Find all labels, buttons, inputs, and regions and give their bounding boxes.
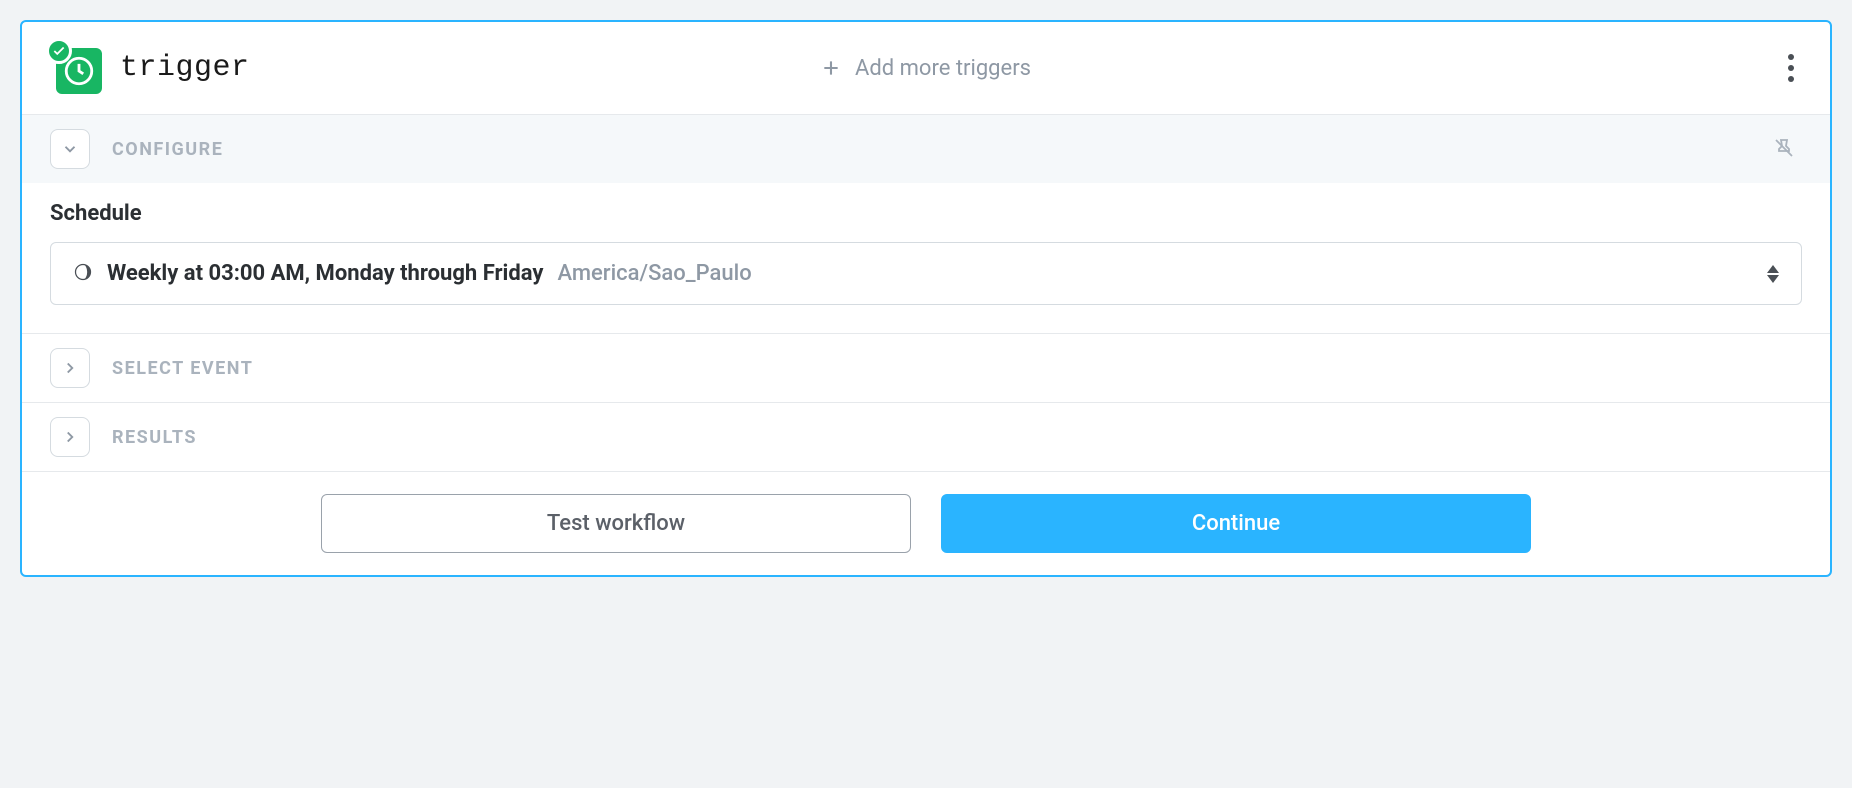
add-more-label: Add more triggers <box>855 56 1031 81</box>
trigger-step-card: trigger Add more triggers Configure Sche… <box>20 20 1832 577</box>
schedule-select[interactable]: Weekly at 03:00 AM, Monday through Frida… <box>50 242 1802 305</box>
configure-label: Configure <box>112 139 223 160</box>
plus-icon <box>821 58 841 78</box>
moon-icon <box>73 262 93 286</box>
select-arrows-icon <box>1767 265 1779 283</box>
chevron-right-icon <box>61 428 79 446</box>
schedule-value: Weekly at 03:00 AM, Monday through Frida… <box>107 261 543 286</box>
schedule-field-label: Schedule <box>50 201 1802 226</box>
card-header: trigger Add more triggers <box>22 22 1830 114</box>
results-toggle[interactable] <box>50 417 90 457</box>
select-event-label: Select Event <box>112 358 253 379</box>
add-more-triggers-button[interactable]: Add more triggers <box>821 56 1031 81</box>
configure-body: Schedule Weekly at 03:00 AM, Monday thro… <box>22 183 1830 333</box>
pin-off-icon <box>1772 136 1796 160</box>
trigger-icon <box>50 42 102 94</box>
more-options-button[interactable] <box>1780 46 1802 90</box>
test-workflow-button[interactable]: Test workflow <box>321 494 911 553</box>
card-footer: Test workflow Continue <box>22 471 1830 575</box>
select-event-section-header[interactable]: Select Event <box>22 333 1830 402</box>
continue-button[interactable]: Continue <box>941 494 1531 553</box>
schedule-timezone: America/Sao_Paulo <box>557 261 751 286</box>
unpin-button[interactable] <box>1766 130 1802 169</box>
check-badge-icon <box>46 38 72 64</box>
select-event-toggle[interactable] <box>50 348 90 388</box>
results-section-header[interactable]: Results <box>22 402 1830 471</box>
step-title: trigger <box>120 51 250 85</box>
chevron-right-icon <box>61 359 79 377</box>
chevron-down-icon <box>61 140 79 158</box>
configure-section-header[interactable]: Configure <box>22 114 1830 183</box>
results-label: Results <box>112 427 197 448</box>
configure-toggle[interactable] <box>50 129 90 169</box>
